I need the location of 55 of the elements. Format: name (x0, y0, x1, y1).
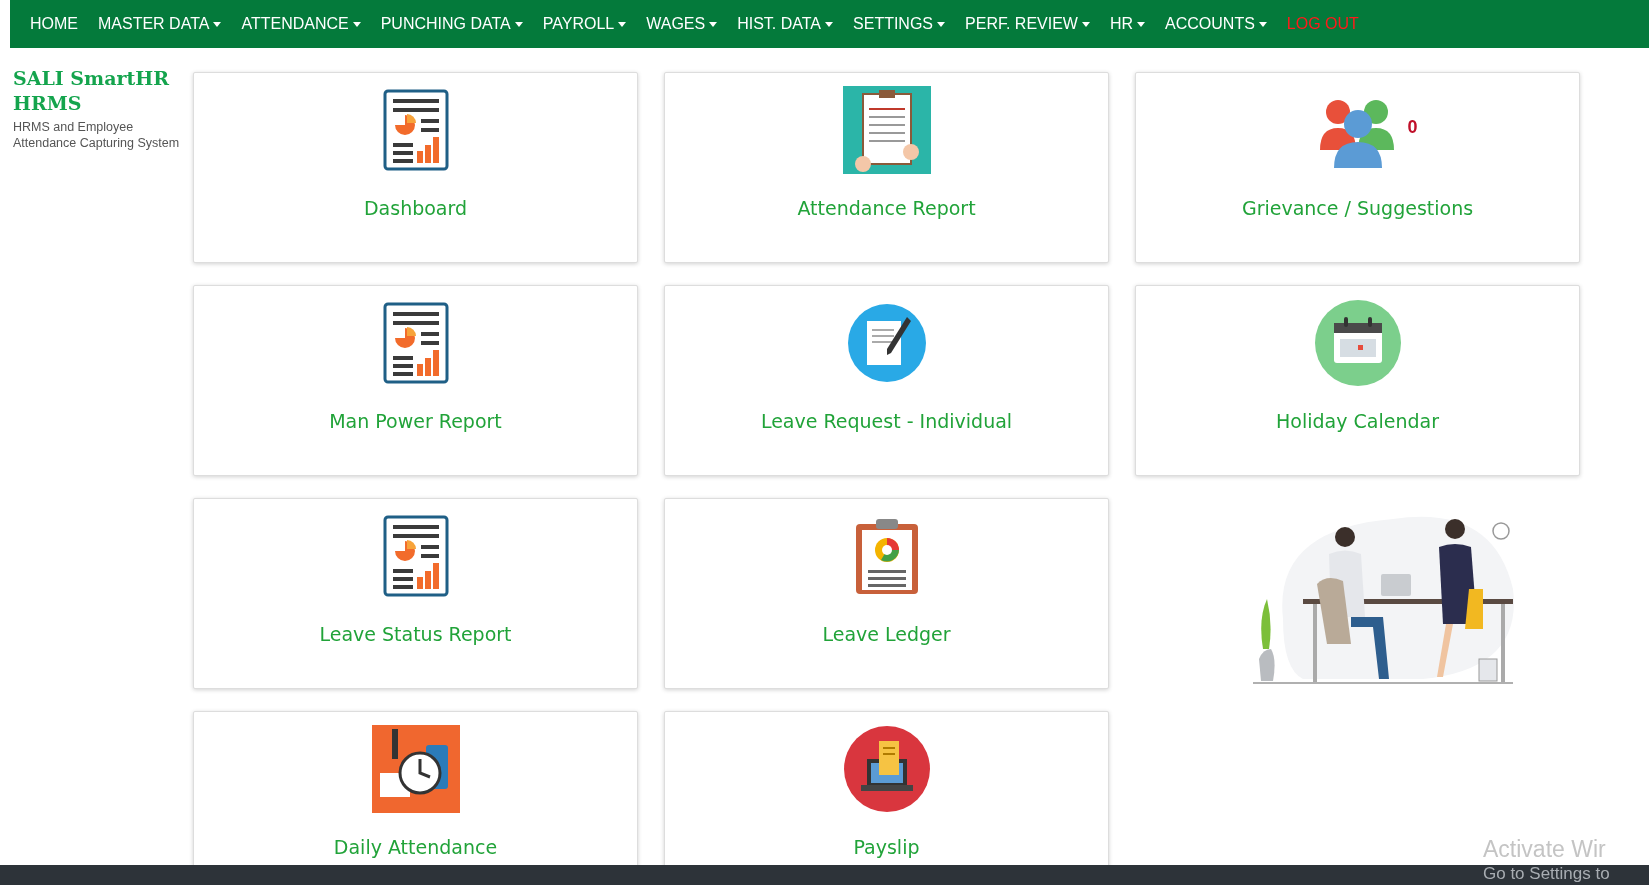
menu-tile[interactable]: Dashboard (193, 72, 638, 263)
menu-tile[interactable]: Daily Attendance (193, 711, 638, 865)
menu-tile[interactable]: 0 Grievance / Suggestions (1135, 72, 1580, 263)
menu-tile[interactable]: Man Power Report (193, 285, 638, 476)
tile-label: Leave Ledger (822, 622, 951, 647)
tile-label: Holiday Calendar (1276, 409, 1439, 434)
nav-menu-item[interactable]: MASTER DATA (88, 12, 232, 36)
nav-menu-item[interactable]: HIST. DATA (727, 12, 844, 36)
menu-tile[interactable]: Leave Request - Individual (664, 285, 1109, 476)
tile-label: Dashboard (363, 196, 468, 221)
activation-hint: Go to Settings to (1483, 863, 1610, 885)
caret-icon (709, 21, 718, 27)
clipboard-icon (842, 86, 931, 174)
tile-label: Attendance Report (797, 196, 976, 221)
caret-icon (1081, 21, 1090, 27)
caret-icon (1258, 21, 1267, 27)
caret-icon (514, 21, 523, 27)
caret-icon (618, 21, 627, 27)
nav-menu-item[interactable]: ACCOUNTS (1155, 12, 1277, 36)
nav-menu-item[interactable]: WAGES (636, 12, 728, 36)
nav-menu-item[interactable]: ATTENDANCE (231, 12, 371, 36)
caret-icon (213, 21, 222, 27)
nav-menu-item[interactable]: PUNCHING DATA (370, 12, 533, 36)
caret-icon (825, 21, 834, 27)
brand-title: SALI SmartHR HRMS (13, 66, 171, 116)
tile-label: Payslip (853, 835, 920, 860)
brand-subtitle: HRMS and Employee Attendance Capturing System (13, 119, 181, 151)
count-label: 0 (1407, 116, 1418, 139)
nav-menu-item[interactable]: HR (1099, 12, 1156, 36)
activation-notice: Activate Wir (1483, 835, 1606, 863)
menu-tile[interactable]: Payslip (664, 711, 1109, 865)
report-icon (382, 515, 449, 597)
report-icon (382, 302, 449, 384)
nav-menu-item[interactable]: SETTINGS (843, 12, 956, 36)
calendar-icon (1313, 299, 1402, 387)
report-icon (382, 89, 449, 171)
menu-tile[interactable]: Leave Ledger (664, 498, 1109, 689)
nav-menu-item[interactable]: HOME (20, 12, 88, 36)
caret-icon (1137, 21, 1146, 27)
clock-illustration-icon (371, 725, 460, 813)
tile-label: Man Power Report (329, 409, 502, 434)
clipboard-chart-icon (853, 516, 920, 596)
nav-menu-item[interactable]: PAYROLL (532, 12, 637, 36)
tile-label: Daily Attendance (333, 835, 498, 860)
tile-label: Leave Request - Individual (760, 409, 1013, 434)
menu-tile[interactable]: Leave Status Report (193, 498, 638, 689)
nav-menu-item[interactable]: PERF. REVIEW (955, 12, 1100, 36)
menu-tile[interactable]: Attendance Report (664, 72, 1109, 263)
tile-label: Leave Status Report (319, 622, 512, 647)
tile-label: Grievance / Suggestions (1241, 196, 1474, 221)
caret-icon (352, 21, 361, 27)
caret-icon (937, 21, 946, 27)
menu-tile[interactable]: Holiday Calendar (1135, 285, 1580, 476)
laptop-document-icon (842, 725, 931, 813)
document-pen-icon (846, 303, 927, 383)
